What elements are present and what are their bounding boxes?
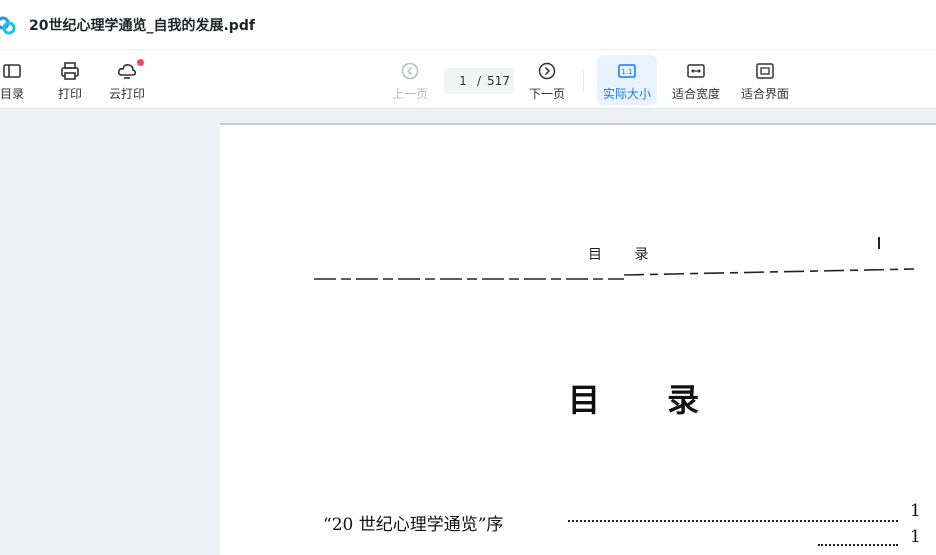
header-rule — [314, 268, 914, 280]
page-number-control[interactable]: 1 / 517 — [444, 68, 514, 94]
cloud-print-icon — [118, 64, 137, 79]
chevron-left-circle-icon — [401, 62, 419, 80]
sidebar-panel-icon — [3, 64, 21, 78]
total-pages: 517 — [487, 74, 510, 88]
fit-page-label: 适合界面 — [740, 87, 789, 101]
actual-size-icon-text: 1:1 — [621, 68, 632, 76]
running-header: 目 录 — [588, 247, 663, 263]
pdf-page: 目 录 目 录 “20 世纪心理学通览”序 1 1 — [220, 125, 936, 555]
toolbar-divider — [583, 70, 584, 92]
next-page-label: 下一页 — [528, 87, 565, 101]
prev-page-label: 上一页 — [391, 87, 428, 101]
toc-entry-page: 1 — [910, 501, 921, 521]
page-heading: 目 录 — [568, 381, 728, 419]
toc-leader-dots — [818, 541, 898, 546]
fit-page-icon — [756, 63, 774, 79]
fit-page-button[interactable]: 适合界面 — [737, 58, 793, 104]
viewer-divider — [0, 108, 936, 109]
chevron-right-circle-icon — [538, 62, 556, 80]
toc-entry-title: “20 世纪心理学通览”序 — [323, 515, 504, 535]
print-button[interactable]: 打印 — [52, 58, 88, 104]
actual-size-label: 实际大小 — [602, 87, 651, 101]
print-button-label: 打印 — [57, 87, 82, 101]
toc-leader-dots — [568, 517, 898, 522]
app-logo-icon — [0, 16, 16, 35]
title-bar: 20世纪心理学通览_自我的发展.pdf — [0, 0, 936, 50]
notification-dot — [137, 59, 144, 66]
prev-page-button[interactable]: 上一页 — [388, 58, 432, 104]
toc-entry-page: 1 — [910, 527, 921, 547]
toc-button[interactable]: 目录 — [0, 58, 30, 104]
actual-size-button[interactable]: 1:1 实际大小 — [597, 55, 657, 105]
cloud-print-button[interactable]: 云打印 — [104, 58, 150, 104]
document-title: 20世纪心理学通览_自我的发展.pdf — [29, 18, 255, 34]
header-mark — [878, 237, 880, 249]
actual-size-icon: 1:1 — [618, 64, 636, 78]
fit-width-button[interactable]: 适合宽度 — [668, 58, 724, 104]
fit-width-label: 适合宽度 — [671, 87, 720, 101]
toc-button-label: 目录 — [0, 87, 24, 101]
fit-width-icon — [687, 64, 705, 78]
printer-icon — [61, 62, 79, 80]
next-page-button[interactable]: 下一页 — [525, 58, 569, 104]
current-page-input[interactable]: 1 — [456, 74, 470, 88]
cloud-print-button-label: 云打印 — [108, 87, 145, 101]
page-separator: / — [477, 74, 482, 88]
